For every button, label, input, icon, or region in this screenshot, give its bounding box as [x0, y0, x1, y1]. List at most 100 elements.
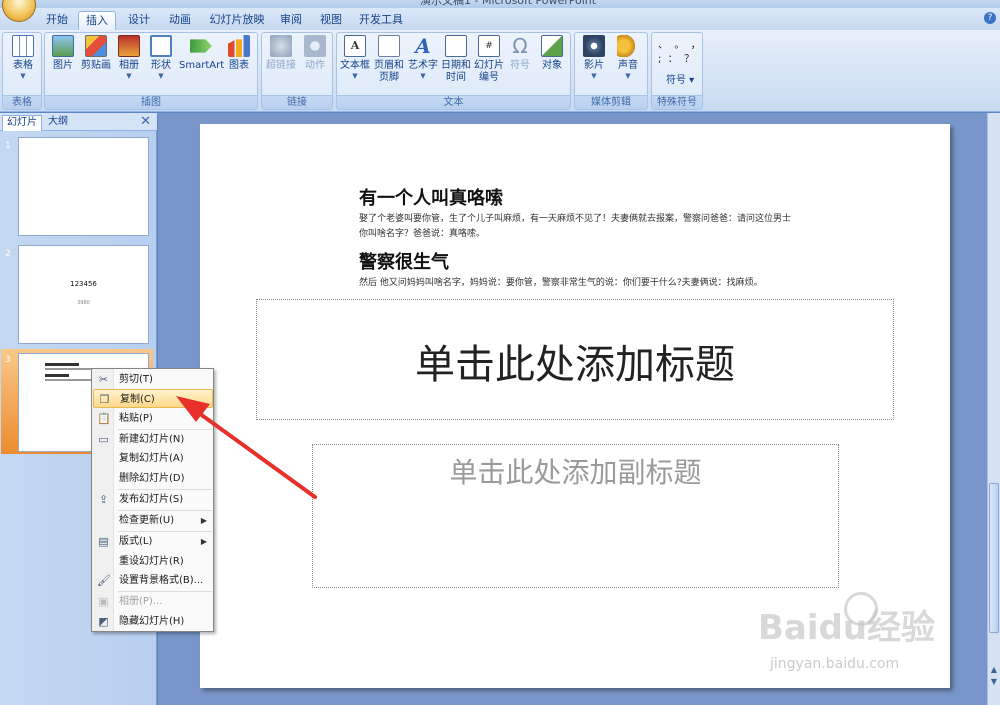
tab-slideshow[interactable]: 幻灯片放映 — [206, 11, 268, 30]
object-button[interactable]: 对象 — [537, 35, 567, 72]
vertical-scrollbar[interactable]: ▲ ▼ — [987, 113, 1000, 705]
scroll-next-slide-icon[interactable]: ▼ — [989, 677, 999, 686]
slide-paragraph-1[interactable]: 娶了个老婆叫要你管，生了个儿子叫麻烦，有一天麻烦不见了！夫妻俩就去报案，警察问爸… — [359, 212, 799, 242]
submenu-arrow-icon: ▶ — [200, 516, 207, 525]
album-icon: ▣ — [98, 595, 109, 608]
slide-number-button[interactable]: # 幻灯片 编号 — [473, 35, 505, 84]
album-icon — [118, 35, 140, 57]
title-bar: 演示文稿1 - Microsoft PowerPoint — [0, 0, 1000, 8]
slide-heading-2[interactable]: 警察很生气 — [359, 248, 449, 274]
tab-developer[interactable]: 开发工具 — [357, 11, 405, 30]
chevron-down-icon: ▼ — [625, 72, 631, 80]
header-footer-button[interactable]: 页眉和 页脚 — [373, 35, 405, 84]
tab-outline[interactable]: 大纲 — [44, 115, 72, 131]
menu-item-hide-slide[interactable]: ◩ 隐藏幻灯片(H) — [93, 612, 213, 631]
menu-item-layout[interactable]: ▤ 版式(L) ▶ — [93, 532, 213, 551]
sound-button[interactable]: 声音 ▼ — [613, 35, 643, 80]
slide-thumbnail-1[interactable] — [18, 137, 149, 236]
omega-icon: Ω — [512, 34, 528, 58]
tab-design[interactable]: 设计 — [122, 11, 156, 30]
slide-number: 1 — [5, 141, 11, 151]
menu-item-cut[interactable]: ✂ 剪切(T) — [93, 370, 213, 389]
symbol-mark[interactable]: ： — [668, 54, 678, 65]
smartart-icon — [190, 39, 212, 53]
tab-animations[interactable]: 动画 — [163, 11, 197, 30]
table-button[interactable]: 表格 ▼ — [7, 35, 39, 80]
menu-item-reset-slide[interactable]: 重设幻灯片(R) — [93, 552, 213, 571]
menu-item-format-background[interactable]: 🖌 设置背景格式(B)... — [93, 571, 213, 590]
menu-item-copy[interactable]: ❐ 复制(C) — [93, 389, 213, 408]
tab-slides[interactable]: 幻灯片 — [2, 115, 42, 131]
panel-tabs: 幻灯片 大纲 ✕ — [0, 113, 157, 131]
album-button[interactable]: 相册 ▼ — [115, 35, 143, 80]
thumb-text-line — [45, 379, 91, 381]
shapes-icon — [150, 35, 172, 57]
symbol-button[interactable]: Ω 符号 — [506, 35, 534, 72]
slide-paragraph-2[interactable]: 然后 他又问妈妈叫啥名字，妈妈说：要你管，警察非常生气的说：你们要干什么?夫妻俩… — [359, 276, 799, 291]
picture-button[interactable]: 图片 — [49, 35, 77, 72]
tab-view[interactable]: 视图 — [316, 11, 346, 30]
menu-item-new-slide[interactable]: ▭ 新建幻灯片(N) — [93, 430, 213, 449]
slide-number: 2 — [5, 249, 11, 259]
speaker-icon — [617, 35, 639, 57]
movie-button[interactable]: 影片 ▼ — [579, 35, 609, 80]
tab-review[interactable]: 审阅 — [276, 11, 306, 30]
menu-item-check-updates[interactable]: 检查更新(U) ▶ — [93, 511, 213, 530]
symbols-dropdown[interactable]: 符号 ▾ — [666, 71, 694, 86]
menu-item-publish-slides[interactable]: ⇪ 发布幻灯片(S) — [93, 490, 213, 509]
close-icon[interactable]: ✕ — [140, 114, 151, 129]
symbol-mark[interactable]: 、 — [658, 40, 668, 51]
tab-home[interactable]: 开始 — [40, 11, 74, 30]
object-icon — [541, 35, 563, 57]
group-illustrations: 图片 剪贴画 相册 ▼ 形状 ▼ SmartArt 图表 插图 — [44, 32, 258, 110]
slide-thumbnail-2[interactable]: 123456 3980 — [18, 245, 149, 344]
datetime-button[interactable]: 日期和 时间 — [440, 35, 472, 84]
symbol-mark[interactable]: 。 — [674, 40, 684, 51]
chevron-down-icon: ▼ — [20, 72, 26, 80]
globe-icon — [270, 35, 292, 57]
clipart-button[interactable]: 剪贴画 — [79, 35, 113, 72]
special-symbol-palette[interactable]: 、 。 ， ; ： ？ — [658, 39, 702, 67]
ribbon: 表格 ▼ 表格 图片 剪贴画 相册 ▼ 形状 ▼ SmartArt 图表 插图 … — [0, 30, 1000, 112]
scrollbar-thumb[interactable] — [989, 483, 999, 633]
group-label-links: 链接 — [262, 95, 332, 109]
subtitle-placeholder-text: 单击此处添加副标题 — [449, 456, 702, 489]
film-reel-icon — [583, 35, 605, 57]
symbol-mark[interactable]: ; — [658, 54, 661, 65]
group-label-media: 媒体剪辑 — [575, 95, 647, 109]
copy-icon: ❐ — [99, 393, 110, 406]
textbox-button[interactable]: A 文本框 ▼ — [339, 35, 371, 80]
action-icon — [304, 35, 326, 57]
tab-insert[interactable]: 插入 — [78, 11, 116, 30]
smartart-button[interactable]: SmartArt — [179, 35, 224, 72]
wordart-button[interactable]: A 艺术字 ▼ — [407, 35, 439, 80]
layout-icon: ▤ — [98, 535, 109, 548]
hide-slide-icon: ◩ — [98, 615, 109, 628]
calendar-icon — [445, 35, 467, 57]
title-placeholder[interactable]: 单击此处添加标题 — [256, 299, 894, 420]
action-button[interactable]: 动作 — [300, 35, 330, 72]
help-icon[interactable]: ? — [984, 12, 996, 24]
symbol-mark[interactable]: ？ — [684, 54, 694, 65]
textbox-icon: A — [344, 35, 366, 57]
shapes-button[interactable]: 形状 ▼ — [147, 35, 175, 80]
hyperlink-button[interactable]: 超链接 — [264, 35, 298, 72]
background-icon: 🖌 — [97, 574, 111, 587]
paste-icon: 📋 — [97, 412, 111, 425]
chevron-down-icon: ▼ — [591, 72, 597, 80]
symbol-mark[interactable]: ， — [691, 40, 701, 51]
chevron-down-icon: ▼ — [126, 72, 132, 80]
submenu-arrow-icon: ▶ — [200, 537, 207, 546]
wordart-icon: A — [415, 34, 431, 58]
context-menu: ✂ 剪切(T) ❐ 复制(C) 📋 粘贴(P) ▭ 新建幻灯片(N) 复制幻灯片… — [91, 368, 214, 632]
clipart-icon — [85, 35, 107, 57]
chart-button[interactable]: 图表 — [225, 35, 253, 72]
subtitle-placeholder[interactable]: 单击此处添加副标题 — [312, 444, 839, 588]
picture-icon — [52, 35, 74, 57]
menu-item-paste[interactable]: 📋 粘贴(P) — [93, 409, 213, 428]
menu-item-delete-slide[interactable]: 删除幻灯片(D) — [93, 469, 213, 488]
slide-heading-1[interactable]: 有一个人叫真咯嗦 — [359, 184, 503, 210]
scroll-prev-slide-icon[interactable]: ▲ — [989, 665, 999, 674]
group-table: 表格 ▼ 表格 — [2, 32, 42, 110]
menu-item-duplicate-slide[interactable]: 复制幻灯片(A) — [93, 449, 213, 468]
